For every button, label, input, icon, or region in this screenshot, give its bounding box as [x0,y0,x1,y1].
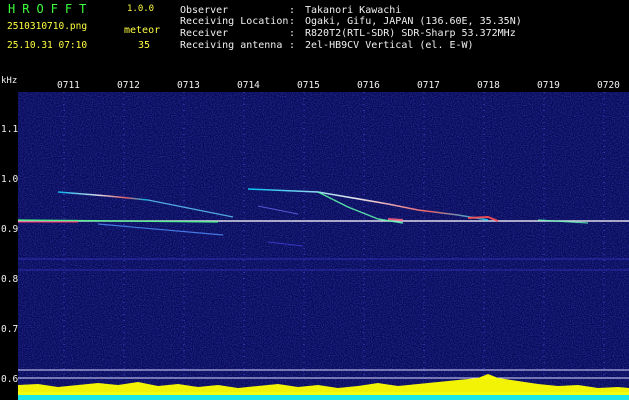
time-tick: 0714 [237,80,260,91]
datetime: 25.10.31 07:10 [7,40,88,51]
freq-tick: 1.1 [1,124,19,135]
freq-tick: 0.7 [1,324,19,335]
meteor-count: 35 [138,40,151,51]
receiver-label: Receiver [180,28,229,39]
freq-tick: 1.0 [1,174,19,185]
location-label: Receiving Location [180,16,289,27]
freq-tick: 0.6 [1,374,19,385]
time-tick: 0715 [297,80,320,91]
meteor-label: meteor [124,25,161,36]
noise-texture [18,92,629,400]
time-tick: 0712 [117,80,140,91]
spectrogram [18,92,629,400]
time-tick: 0718 [477,80,500,91]
receiver-separator: : [289,28,296,39]
antenna-label: Receiving antenna [180,40,283,51]
header-panel: HROFFT 1.0.0 2510310710.png meteor 25.10… [0,0,629,74]
observer-separator: : [289,5,296,16]
antenna-separator: : [289,40,296,51]
time-tick: 0713 [177,80,200,91]
freq-tick: 0.9 [1,224,19,235]
frequency-unit-label: kHz [1,76,18,86]
app-title: HROFFT [8,2,94,16]
level-band-cyan-top [18,395,629,400]
meteor-head [387,218,404,221]
freq-tick: 0.8 [1,274,19,285]
observer-label: Observer [180,5,229,16]
receiver-value: R820T2(RTL-SDR) SDR-Sharp 53.372MHz [305,28,516,39]
antenna-value: 2el-HB9CV Vertical (el. E-W) [305,40,474,51]
time-tick: 0719 [537,80,560,91]
time-tick: 0711 [57,80,80,91]
time-tick: 0720 [597,80,620,91]
file-name: 2510310710.png [7,21,88,32]
location-separator: : [289,16,296,27]
time-tick: 0716 [357,80,380,91]
location-value: Ogaki, Gifu, JAPAN (136.60E, 35.35N) [305,16,522,27]
observer-value: Takanori Kawachi [305,5,402,16]
app-version: 1.0.0 [127,4,155,14]
time-tick: 0717 [417,80,440,91]
